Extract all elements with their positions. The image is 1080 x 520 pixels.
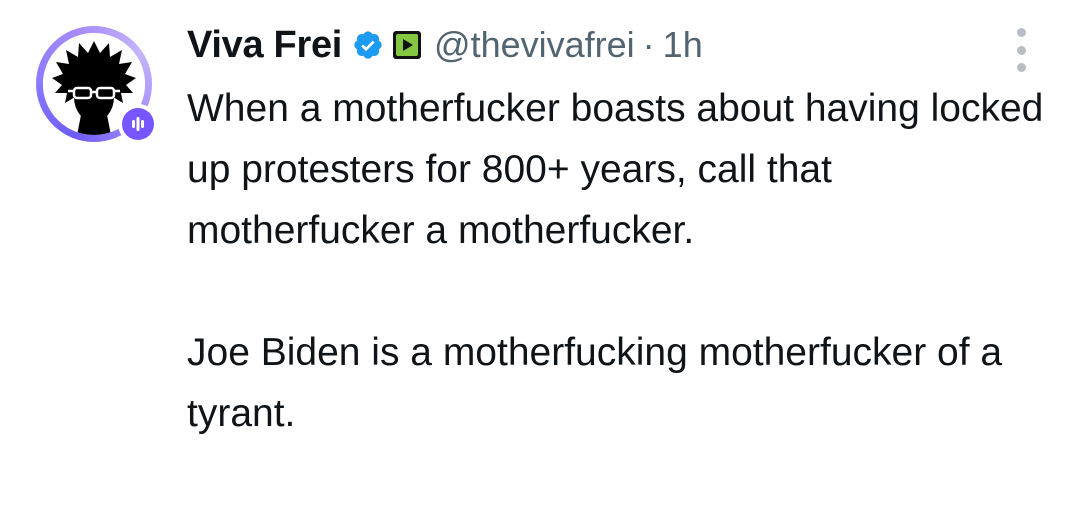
tweet-card[interactable]: Viva Frei @thevivafrei · 1h When a mothe… xyxy=(0,0,1080,520)
spaces-live-icon xyxy=(122,108,154,140)
tweet-text: When a motherfucker boasts about having … xyxy=(187,78,1047,444)
avatar[interactable] xyxy=(36,26,160,150)
more-dot xyxy=(1016,63,1026,72)
handle[interactable]: @thevivafrei xyxy=(434,24,635,66)
display-name[interactable]: Viva Frei xyxy=(187,24,342,67)
more-options-icon[interactable] xyxy=(1008,28,1034,72)
spaces-badge[interactable] xyxy=(118,104,158,144)
more-dot xyxy=(1016,45,1026,55)
verified-badge-icon[interactable] xyxy=(352,29,384,61)
more-dot xyxy=(1016,28,1026,37)
tweet-paragraph: When a motherfucker boasts about having … xyxy=(187,87,1044,252)
timestamp[interactable]: 1h xyxy=(663,24,703,66)
tweet-paragraph: Joe Biden is a motherfucking motherfucke… xyxy=(187,331,1003,435)
dot-separator: · xyxy=(642,24,655,65)
tweet-header: Viva Frei @thevivafrei · 1h xyxy=(187,20,703,70)
rumble-affiliate-icon[interactable] xyxy=(392,30,422,60)
